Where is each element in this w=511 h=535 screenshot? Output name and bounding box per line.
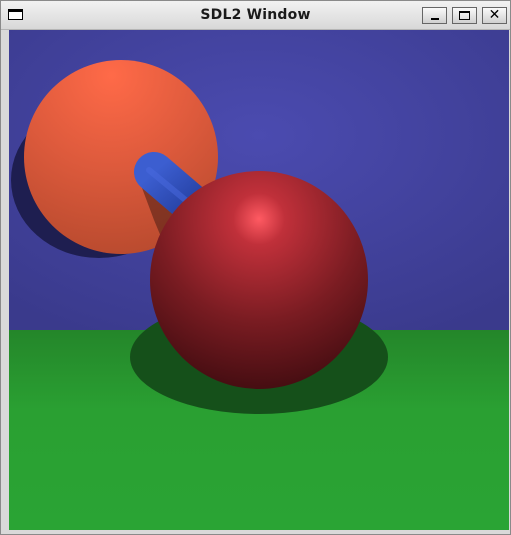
close-icon: ✕: [488, 7, 501, 23]
title-bar[interactable]: SDL2 Window ✕: [1, 1, 510, 30]
rendered-scene: [9, 30, 509, 530]
app-window: SDL2 Window ✕: [0, 0, 511, 535]
render-canvas[interactable]: [9, 30, 509, 530]
close-button[interactable]: ✕: [482, 7, 507, 24]
minimize-icon: [431, 18, 439, 20]
maximize-icon: [459, 11, 470, 20]
red-sphere: [150, 171, 368, 389]
maximize-button[interactable]: [452, 7, 477, 24]
minimize-button[interactable]: [422, 7, 447, 24]
